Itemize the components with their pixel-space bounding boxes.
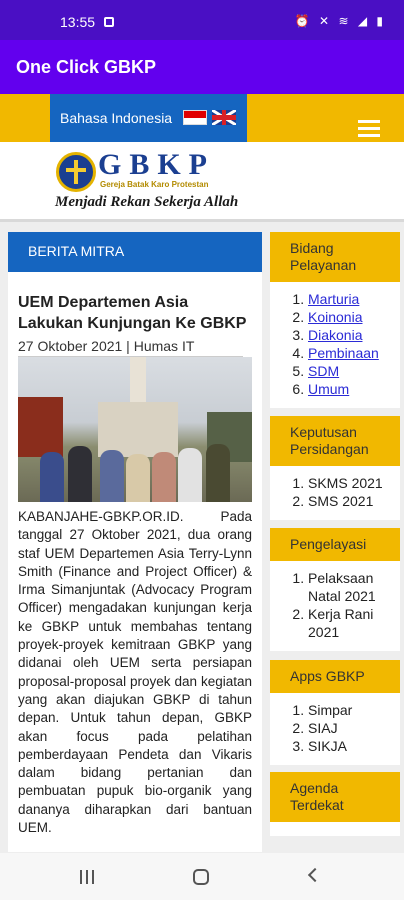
site-header: Bahasa Indonesia: [0, 94, 404, 142]
uk-flag-icon[interactable]: [212, 110, 236, 125]
article-photo: [18, 357, 252, 502]
sidebar-link-umum[interactable]: Umum: [308, 381, 349, 397]
article-meta: 27 Oktober 2021 | Humas IT: [18, 338, 195, 354]
language-label: Bahasa Indonesia: [60, 110, 173, 126]
sidebar-card-title: Apps GBKP: [270, 660, 400, 693]
sidebar-card-title: Keputusan Persidangan: [270, 416, 400, 466]
hamburger-menu-icon[interactable]: [358, 120, 380, 141]
logo-name: GBKP: [98, 148, 216, 181]
sidebar-card-bidang-pelayanan: Bidang Pelayanan Marturia Koinonia Diako…: [270, 232, 400, 408]
article-body: KABANJAHE-GBKP.OR.ID. Pada tanggal 27 Ok…: [18, 509, 252, 836]
sidebar-card-keputusan-persidangan: Keputusan Persidangan SKMS 2021 SMS 2021: [270, 416, 400, 520]
sidebar-card-title: Agenda Terdekat: [270, 772, 400, 822]
sidebar-item-siaj[interactable]: SIAJ: [308, 719, 394, 737]
section-title: BERITA MITRA: [8, 232, 262, 272]
sidebar-link-marturia[interactable]: Marturia: [308, 291, 359, 307]
main-article-card: BERITA MITRA UEM Departemen Asia Lakukan…: [8, 232, 262, 852]
recent-apps-icon[interactable]: [80, 870, 96, 884]
indonesia-flag-icon[interactable]: [183, 110, 207, 125]
sidebar-link-pembinaan[interactable]: Pembinaan: [308, 345, 379, 361]
app-bar: One Click GBKP: [0, 40, 404, 94]
sidebar-link-diakonia[interactable]: Diakonia: [308, 327, 362, 343]
logo-motto: Menjadi Rekan Sekerja Allah: [55, 194, 239, 210]
sidebar-item-sms-2021[interactable]: SMS 2021: [308, 492, 394, 510]
article-headline[interactable]: UEM Departemen Asia Lakukan Kunjungan Ke…: [8, 272, 262, 334]
sidebar-card-agenda-terdekat: Agenda Terdekat: [270, 772, 400, 836]
system-nav-bar: [0, 853, 404, 900]
sidebar-card-title: Pengelayasi: [270, 528, 400, 561]
sidebar-card-apps-gbkp: Apps GBKP Simpar SIAJ SIKJA: [270, 660, 400, 765]
sidebar-card-pengelayasi: Pengelayasi Pelaksaan Natal 2021 Kerja R…: [270, 528, 400, 651]
sidebar-link-koinonia[interactable]: Koinonia: [308, 309, 363, 325]
back-icon[interactable]: [307, 867, 323, 883]
logo-banner[interactable]: GBKP Gereja Batak Karo Protestan Menjadi…: [0, 142, 404, 222]
language-selector[interactable]: Bahasa Indonesia: [50, 94, 247, 142]
status-icons: ⏰ ✕ ≋ ◢ ▮: [294, 14, 386, 28]
sidebar-item-skms-2021[interactable]: SKMS 2021: [308, 474, 394, 492]
sidebar-item-pelaksaan-natal[interactable]: Pelaksaan Natal 2021: [308, 569, 394, 605]
status-bar: 13:55 ⏰ ✕ ≋ ◢ ▮: [0, 0, 404, 40]
sidebar-item-kerja-rani[interactable]: Kerja Rani 2021: [308, 605, 394, 641]
sidebar-card-title: Bidang Pelayanan: [270, 232, 400, 282]
status-time: 13:55: [60, 14, 96, 30]
logo-subtitle: Gereja Batak Karo Protestan: [100, 180, 209, 189]
sidebar-link-sdm[interactable]: SDM: [308, 363, 339, 379]
home-icon[interactable]: [193, 869, 209, 885]
gbkp-seal-icon: [56, 152, 96, 192]
sidebar-item-sikja[interactable]: SIKJA: [308, 737, 394, 755]
sidebar-item-simpar[interactable]: Simpar: [308, 701, 394, 719]
notification-icon: [104, 17, 114, 27]
app-title: One Click GBKP: [16, 57, 157, 77]
